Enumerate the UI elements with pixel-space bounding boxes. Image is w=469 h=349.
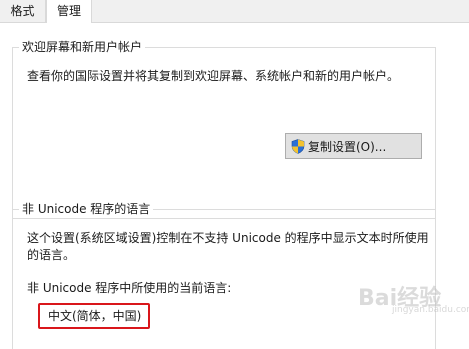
uac-shield-icon <box>291 139 305 154</box>
welcome-description: 查看你的国际设置并将其复制到欢迎屏幕、系统帐户和新的用户帐户。 <box>27 69 400 83</box>
non-unicode-group-title: 非 Unicode 程序的语言 <box>19 201 154 217</box>
current-language-value: 中文(简体，中国) <box>38 303 150 329</box>
non-unicode-description-line1: 这个设置(系统区域设置)控制在不支持 Unicode 的程序中显示文本时所使用 <box>27 231 429 245</box>
tab-format[interactable]: 格式 <box>0 0 46 22</box>
current-language-label: 非 Unicode 程序中所使用的当前语言: <box>27 281 232 295</box>
copy-settings-label: 复制设置(O)... <box>308 139 387 154</box>
copy-settings-button[interactable]: 复制设置(O)... <box>285 133 422 159</box>
welcome-group-title: 欢迎屏幕和新用户帐户 <box>19 39 146 55</box>
baidu-watermark-url: jingyan.baidu.com <box>392 305 469 315</box>
non-unicode-description-line2: 的语言。 <box>27 248 76 262</box>
tab-manage[interactable]: 管理 <box>46 0 92 23</box>
